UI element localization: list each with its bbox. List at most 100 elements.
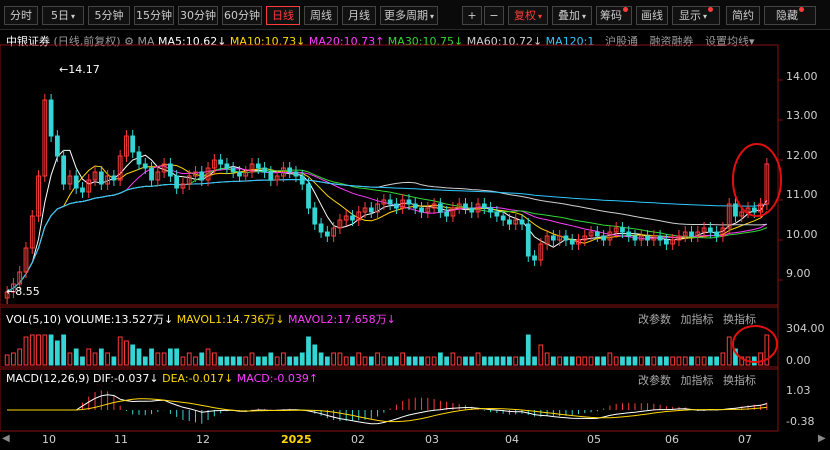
volume-bar: [23, 336, 29, 366]
candle-body: [80, 187, 85, 193]
volume-bar: [268, 352, 274, 366]
highlight-circle-price: [732, 143, 782, 217]
candle-body: [412, 203, 418, 209]
price-tick: 12.00: [786, 149, 818, 162]
volume-bar: [626, 356, 632, 366]
candle-body: [494, 211, 500, 217]
month-label: 02: [351, 433, 365, 446]
volume-bar: [488, 356, 493, 366]
volume-bar: [758, 352, 763, 366]
volume-bar: [576, 356, 581, 366]
candle-body: [519, 219, 525, 225]
volume-bar: [255, 356, 261, 366]
candle-body: [111, 175, 117, 181]
candle-body: [230, 167, 236, 173]
volume-bar: [230, 356, 236, 366]
candle-body: [293, 171, 299, 177]
candle-body: [500, 215, 506, 221]
candle-body: [61, 155, 67, 185]
scroll-left-icon[interactable]: ◀: [2, 433, 10, 444]
ma10-line: [6, 164, 768, 293]
volume-bar: [551, 356, 556, 366]
volume-bar: [532, 356, 537, 366]
volume-bar: [601, 356, 606, 366]
month-label: 12: [196, 433, 210, 446]
candle-body: [481, 203, 487, 209]
volume-bar: [425, 356, 431, 366]
volume-bar: [525, 334, 531, 366]
volume-bar: [444, 356, 450, 366]
volume-bar: [350, 356, 355, 366]
candle-body: [532, 255, 537, 261]
stock-chart-window: 分时 5日 ▾ 5分钟 15分钟 30分钟 60分钟 日线 周线 月线 更多周期 ▾…: [0, 0, 830, 450]
candle-body: [224, 163, 230, 169]
volume-bar: [463, 356, 468, 366]
volume-bar: [331, 352, 337, 366]
volume-bar: [645, 356, 650, 366]
volume-bar: [149, 348, 154, 366]
scroll-right-icon[interactable]: ▶: [818, 433, 826, 444]
candle-body: [306, 183, 311, 209]
chart-canvas[interactable]: [0, 0, 830, 450]
volume-bar: [582, 356, 588, 366]
volume-bar: [419, 356, 424, 366]
volume-bar: [61, 334, 67, 366]
volume-bar: [211, 352, 217, 366]
volume-bar: [620, 356, 625, 366]
volume-bar: [117, 336, 123, 366]
volume-bar: [469, 356, 475, 366]
candle-body: [707, 227, 713, 233]
price-tick: 11.00: [786, 188, 818, 201]
month-label: 05: [587, 433, 601, 446]
volume-bar: [174, 348, 180, 366]
candle-body: [130, 135, 136, 153]
volume-bar: [11, 352, 16, 366]
volume-bar: [613, 356, 619, 366]
volume-bar: [726, 336, 732, 366]
volume-bar: [507, 356, 512, 366]
month-label: 10: [42, 433, 56, 446]
candle-body: [73, 175, 79, 189]
volume-bar: [475, 352, 481, 366]
volume-bar: [500, 356, 506, 366]
volume-bar: [243, 356, 249, 366]
volume-bar: [337, 352, 343, 366]
candle-body: [406, 199, 412, 205]
month-label-year: 2025: [281, 433, 312, 446]
volume-bar: [682, 356, 688, 366]
candle-body: [218, 159, 223, 165]
volume-bar: [318, 352, 324, 366]
volume-bar: [701, 356, 707, 366]
volume-bar: [519, 356, 525, 366]
volume-bar: [17, 348, 23, 366]
volume-bar: [720, 352, 726, 366]
month-label: 06: [665, 433, 679, 446]
price-tick: 14.00: [786, 70, 818, 83]
volume-bar: [513, 356, 519, 366]
volume-bar: [54, 340, 60, 366]
volume-bar: [306, 336, 311, 366]
price-tick: 10.00: [786, 228, 818, 241]
volume-bar: [664, 356, 669, 366]
volume-bar: [343, 356, 349, 366]
month-label: 04: [505, 433, 519, 446]
volume-bar: [180, 356, 186, 366]
candle-body: [469, 207, 475, 213]
volume-bar: [437, 352, 443, 366]
candle-body: [136, 151, 142, 165]
volume-bar: [456, 356, 462, 366]
volume-bar: [130, 344, 136, 366]
candle-body: [525, 223, 531, 257]
macd-tick: -0.38: [786, 415, 815, 428]
candle-body: [594, 231, 600, 237]
volume-bar: [80, 356, 85, 366]
volume-bar: [607, 352, 613, 366]
candle-body: [262, 167, 267, 173]
volume-bar: [481, 356, 487, 366]
macd-tick: 1.03: [786, 384, 811, 397]
high-price-label: ←14.17: [59, 63, 100, 76]
candle-body: [168, 163, 173, 177]
volume-bar: [249, 352, 255, 366]
candle-body: [569, 239, 575, 245]
candle-body: [287, 167, 293, 173]
